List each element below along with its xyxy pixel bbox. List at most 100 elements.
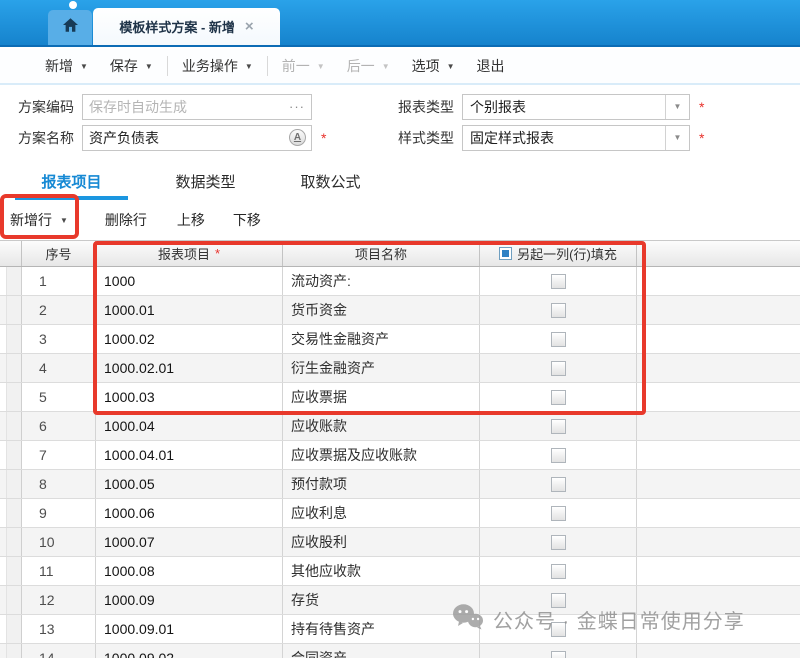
- row-selector[interactable]: [6, 296, 22, 324]
- tab-report-items[interactable]: 报表项目: [15, 166, 128, 200]
- fill-checkbox[interactable]: [551, 622, 566, 637]
- move-up-button[interactable]: 上移: [177, 210, 205, 230]
- cell-item-name[interactable]: 其他应收款: [283, 557, 480, 585]
- toolbar-item-2[interactable]: 业务操作▼: [171, 56, 264, 76]
- main-toolbar: 新增▼保存▼业务操作▼前一▼后一▼选项▼退出: [0, 49, 800, 85]
- scheme-code-label: 方案编码: [12, 97, 74, 117]
- fill-checkbox[interactable]: [551, 390, 566, 405]
- row-selector[interactable]: [6, 528, 22, 556]
- cell-item-code[interactable]: 1000.09.01: [96, 615, 283, 643]
- fill-checkbox[interactable]: [551, 448, 566, 463]
- scheme-code-field[interactable]: ···: [82, 94, 312, 120]
- select-all-checkbox-icon[interactable]: [499, 247, 512, 260]
- cell-item-name[interactable]: 应收票据: [283, 383, 480, 411]
- fill-checkbox[interactable]: [551, 651, 566, 658]
- add-row-button[interactable]: 新增行 ▼: [10, 210, 68, 230]
- move-down-button[interactable]: 下移: [233, 210, 261, 230]
- row-selector[interactable]: [6, 586, 22, 614]
- toolbar-item-0[interactable]: 新增▼: [34, 56, 99, 76]
- fill-checkbox[interactable]: [551, 506, 566, 521]
- cell-item-name[interactable]: 应收利息: [283, 499, 480, 527]
- required-asterisk: *: [699, 130, 704, 146]
- cell-item-code[interactable]: 1000.02.01: [96, 354, 283, 382]
- fill-checkbox[interactable]: [551, 535, 566, 550]
- fill-checkbox[interactable]: [551, 593, 566, 608]
- cell-item-name[interactable]: 存货: [283, 586, 480, 614]
- fill-checkbox[interactable]: [551, 477, 566, 492]
- fill-checkbox[interactable]: [551, 564, 566, 579]
- cell-item-name[interactable]: 应收账款: [283, 412, 480, 440]
- lookup-icon[interactable]: ···: [289, 99, 305, 114]
- fill-checkbox[interactable]: [551, 332, 566, 347]
- tab-title: 模板样式方案 - 新增: [119, 17, 235, 36]
- cell-item-code[interactable]: 1000.07: [96, 528, 283, 556]
- toolbar-separator: [267, 56, 268, 76]
- toolbar-item-6[interactable]: 退出: [466, 56, 516, 76]
- header-item-name[interactable]: 项目名称: [283, 241, 480, 266]
- cell-item-code[interactable]: 1000.04: [96, 412, 283, 440]
- header-item-code[interactable]: 报表项目 *: [96, 241, 283, 266]
- cell-seq: 8: [22, 470, 96, 498]
- row-selector[interactable]: [6, 557, 22, 585]
- tab-fetch-formula[interactable]: 取数公式: [283, 166, 378, 200]
- cell-item-code[interactable]: 1000.03: [96, 383, 283, 411]
- row-selector[interactable]: [6, 499, 22, 527]
- cell-item-name[interactable]: 流动资产:: [283, 267, 480, 295]
- header-seq: 序号: [22, 241, 96, 266]
- fill-checkbox[interactable]: [551, 274, 566, 289]
- row-filler: [637, 586, 800, 614]
- toolbar-item-4: 后一▼: [336, 56, 401, 76]
- cell-seq: 1: [22, 267, 96, 295]
- style-type-select[interactable]: 固定样式报表 ▼: [462, 125, 690, 151]
- fill-checkbox[interactable]: [551, 303, 566, 318]
- header-fill[interactable]: 另起一列(行)填充: [480, 241, 637, 266]
- fill-checkbox[interactable]: [551, 361, 566, 376]
- active-document-tab[interactable]: 模板样式方案 - 新增 ×: [93, 8, 280, 45]
- cell-seq: 6: [22, 412, 96, 440]
- cell-item-code[interactable]: 1000.05: [96, 470, 283, 498]
- dropdown-button[interactable]: ▼: [665, 95, 689, 119]
- dropdown-button[interactable]: ▼: [665, 126, 689, 150]
- cell-item-name[interactable]: 衍生金融资产: [283, 354, 480, 382]
- required-asterisk: *: [699, 99, 704, 115]
- cell-item-code[interactable]: 1000.02: [96, 325, 283, 353]
- cell-item-code[interactable]: 1000.09.02: [96, 644, 283, 658]
- cell-item-name[interactable]: 预付款项: [283, 470, 480, 498]
- row-selector[interactable]: [6, 615, 22, 643]
- cell-item-code[interactable]: 1000.06: [96, 499, 283, 527]
- cell-item-name[interactable]: 货币资金: [283, 296, 480, 324]
- cell-item-code[interactable]: 1000.04.01: [96, 441, 283, 469]
- toolbar-item-label: 新增: [45, 56, 73, 76]
- cell-item-code[interactable]: 1000.01: [96, 296, 283, 324]
- multilang-a-icon[interactable]: A: [289, 129, 306, 146]
- row-filler: [637, 325, 800, 353]
- row-selector[interactable]: [6, 412, 22, 440]
- row-selector[interactable]: [6, 354, 22, 382]
- scheme-name-input[interactable]: [83, 127, 261, 149]
- row-selector[interactable]: [6, 441, 22, 469]
- delete-row-button[interactable]: 删除行: [105, 210, 147, 230]
- toolbar-item-1[interactable]: 保存▼: [99, 56, 164, 76]
- scheme-name-field[interactable]: A: [82, 125, 312, 151]
- cell-item-name[interactable]: 应收股利: [283, 528, 480, 556]
- row-selector[interactable]: [6, 325, 22, 353]
- home-tab[interactable]: [48, 10, 92, 45]
- row-selector[interactable]: [6, 267, 22, 295]
- cell-item-code[interactable]: 1000.09: [96, 586, 283, 614]
- report-type-select[interactable]: 个别报表 ▼: [462, 94, 690, 120]
- cell-item-name[interactable]: 应收票据及应收账款: [283, 441, 480, 469]
- cell-item-code[interactable]: 1000.08: [96, 557, 283, 585]
- fill-checkbox[interactable]: [551, 419, 566, 434]
- tab-data-type[interactable]: 数据类型: [158, 166, 253, 200]
- row-selector[interactable]: [6, 644, 22, 658]
- close-tab-icon[interactable]: ×: [245, 19, 254, 34]
- cell-fill: [480, 441, 637, 469]
- scheme-code-input[interactable]: [83, 96, 261, 118]
- row-selector[interactable]: [6, 383, 22, 411]
- cell-item-name[interactable]: 合同资产: [283, 644, 480, 658]
- toolbar-item-5[interactable]: 选项▼: [401, 56, 466, 76]
- cell-item-code[interactable]: 1000: [96, 267, 283, 295]
- cell-item-name[interactable]: 交易性金融资产: [283, 325, 480, 353]
- cell-item-name[interactable]: 持有待售资产: [283, 615, 480, 643]
- row-selector[interactable]: [6, 470, 22, 498]
